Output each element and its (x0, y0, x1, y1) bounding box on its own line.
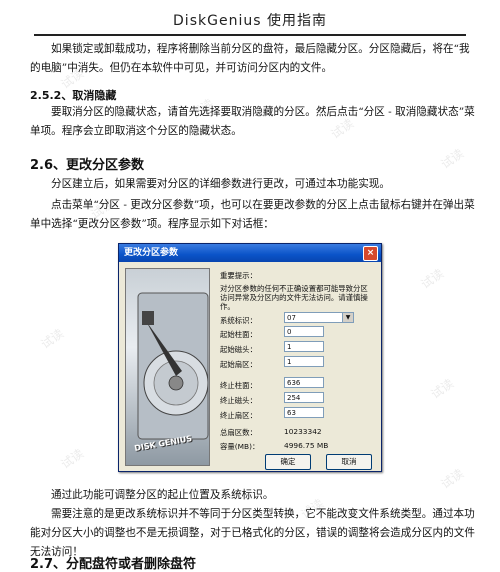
end-sector-label: 终止扇区： (220, 411, 257, 420)
total-sectors-value: 10233342 (284, 427, 322, 436)
cancel-button[interactable]: 取消 (326, 454, 372, 470)
paragraph: 通过此功能可调整分区的起止位置及系统标识。 (51, 489, 274, 501)
end-head-input[interactable]: 254 (284, 392, 324, 403)
watermark: 试读 (418, 266, 447, 292)
watermark: 试读 (428, 376, 457, 402)
capacity-label: 容量(MB)： (220, 442, 260, 451)
end-sector-input[interactable]: 63 (284, 407, 324, 418)
ok-button[interactable]: 确定 (265, 454, 311, 470)
paragraph: 要取消分区的隐藏状态，请首先选择要取消隐藏的分区。然后点击“分区 - 取消隐藏状… (30, 106, 475, 137)
total-sectors-label: 总扇区数： (220, 428, 257, 437)
section-heading: 2.5.2、取消隐藏 (30, 89, 117, 102)
system-id-value: 07 (287, 314, 296, 322)
start-head-label: 起始磁头： (220, 345, 257, 354)
paragraph: 点击菜单“分区 - 更改分区参数”项，也可以在要更改参数的分区上点击鼠标右键并在… (30, 199, 475, 230)
watermark: 试读 (38, 326, 67, 352)
warning-text: 对分区参数的任何不正确设置都可能导致分区访问异常及分区内的文件无法访问。请谨慎操… (220, 284, 368, 311)
paragraph: 如果锁定或卸载成功，程序将删除当前分区的盘符，最后隐藏分区。分区隐藏后，将在“我… (30, 43, 470, 74)
start-head-input[interactable]: 1 (284, 341, 324, 352)
dialog-title: 更改分区参数 (124, 248, 179, 258)
chevron-down-icon[interactable]: ▼ (342, 313, 353, 322)
disk-illustration: DISK GENIUS (125, 268, 210, 466)
system-id-label: 系统标识： (220, 316, 257, 325)
system-id-select[interactable]: 07 ▼ (284, 312, 354, 323)
watermark: 试读 (438, 146, 467, 172)
start-cylinder-input[interactable]: 0 (284, 326, 324, 337)
section-heading: 2.7、分配盘符或者删除盘符 (30, 557, 197, 572)
page-header: DiskGenius 使用指南 (173, 13, 327, 29)
start-sector-label: 起始扇区： (220, 360, 257, 369)
hard-disk-icon (137, 292, 209, 440)
section-heading: 2.6、更改分区参数 (30, 158, 145, 173)
end-head-label: 终止磁头： (220, 396, 257, 405)
header-rule (34, 34, 466, 36)
start-sector-input[interactable]: 1 (284, 356, 324, 367)
capacity-value: 4996.75 MB (284, 441, 329, 450)
start-cylinder-label: 起始柱面： (220, 330, 257, 339)
end-cylinder-input[interactable]: 636 (284, 377, 324, 388)
paragraph: 分区建立后，如果需要对分区的详细参数进行更改，可通过本功能实现。 (51, 178, 390, 190)
dialog-titlebar: 更改分区参数 × (119, 244, 381, 262)
warning-title: 重要提示： (220, 271, 257, 280)
watermark: 试读 (58, 446, 87, 472)
close-icon[interactable]: × (363, 246, 378, 261)
change-partition-params-dialog: 更改分区参数 × DISK GENIUS 重要提示： 对分区参数的任何不正确设置… (118, 243, 382, 472)
end-cylinder-label: 终止柱面： (220, 381, 257, 390)
